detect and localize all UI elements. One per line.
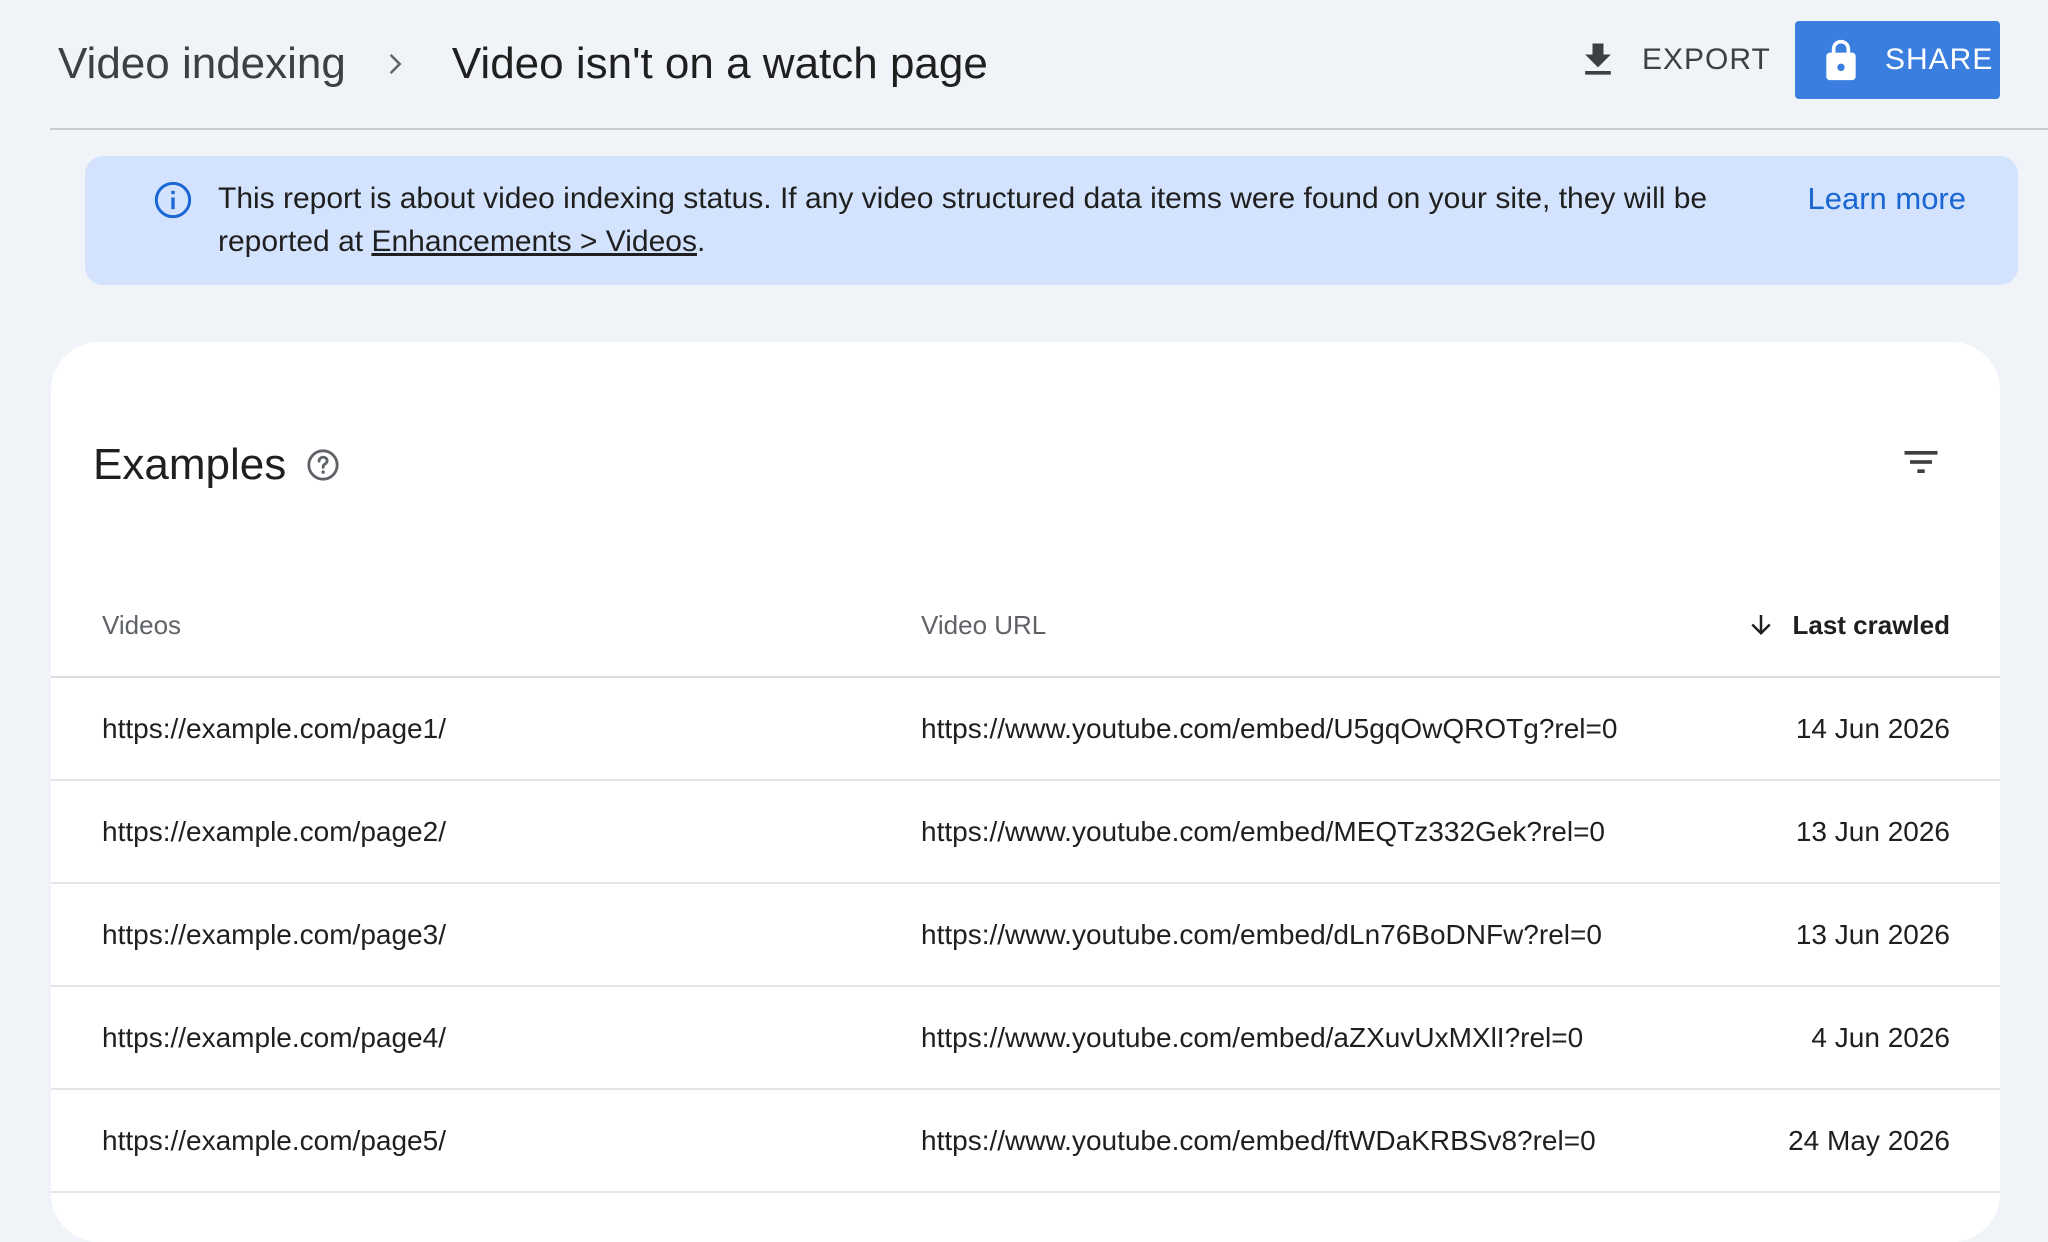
page-header: Video indexing Video isn't on a watch pa…: [0, 0, 2048, 130]
column-header-video-url[interactable]: Video URL: [921, 574, 1046, 676]
banner-text-end: .: [696, 225, 706, 258]
video-url: https://www.youtube.com/embed/MEQTz332Ge…: [921, 815, 1605, 847]
last-crawled-date: 24 May 2026: [1788, 1124, 1950, 1156]
share-button[interactable]: SHARE: [1795, 21, 2000, 99]
video-page-url: https://example.com/page2/: [102, 815, 446, 847]
examples-table: Videos Video URL Last crawled https://ex…: [51, 574, 2000, 1193]
column-header-last-crawled-label: Last crawled: [1792, 609, 1950, 640]
table-header-row: Videos Video URL Last crawled: [51, 574, 2000, 678]
video-page-url: https://example.com/page4/: [102, 1021, 446, 1053]
breadcrumb: Video indexing Video isn't on a watch pa…: [58, 36, 988, 92]
info-banner: This report is about video indexing stat…: [85, 156, 2018, 285]
chevron-right-icon: [374, 44, 414, 84]
table-row[interactable]: https://example.com/page3/ https://www.y…: [51, 884, 2000, 987]
download-icon: [1576, 38, 1620, 82]
last-crawled-date: 4 Jun 2026: [1811, 1021, 1950, 1053]
table-row[interactable]: https://example.com/page4/ https://www.y…: [51, 987, 2000, 1090]
page-title: Video isn't on a watch page: [451, 39, 988, 88]
filter-button[interactable]: [1893, 434, 1949, 490]
filter-icon: [1899, 440, 1943, 484]
examples-title: Examples: [93, 440, 287, 489]
video-page-url: https://example.com/page5/: [102, 1124, 446, 1156]
table-row[interactable]: https://example.com/page5/ https://www.y…: [51, 1090, 2000, 1193]
help-circle-icon[interactable]: [306, 448, 340, 482]
breadcrumb-parent-link[interactable]: Video indexing: [58, 39, 346, 89]
info-icon: [153, 180, 193, 220]
video-url: https://www.youtube.com/embed/U5gqOwQROT…: [921, 712, 1618, 744]
arrow-down-icon: [1746, 610, 1776, 640]
last-crawled-date: 14 Jun 2026: [1795, 712, 1950, 744]
column-header-last-crawled[interactable]: Last crawled: [1746, 574, 1950, 676]
examples-card: Examples Videos Video URL Last crawled h…: [51, 342, 2000, 1242]
lock-icon: [1819, 36, 1863, 84]
column-header-videos[interactable]: Videos: [102, 574, 181, 676]
video-url: https://www.youtube.com/embed/aZXuvUxMXl…: [921, 1021, 1584, 1053]
last-crawled-date: 13 Jun 2026: [1795, 815, 1950, 847]
video-url: https://www.youtube.com/embed/ftWDaKRBSv…: [921, 1124, 1596, 1156]
export-button[interactable]: EXPORT: [1576, 30, 1771, 90]
enhancements-videos-link[interactable]: Enhancements > Videos: [371, 225, 697, 258]
learn-more-link[interactable]: Learn more: [1807, 177, 1966, 220]
video-url: https://www.youtube.com/embed/dLn76BoDNF…: [921, 918, 1602, 950]
banner-message: This report is about video indexing stat…: [218, 177, 1748, 263]
export-button-label: EXPORT: [1642, 43, 1771, 76]
video-page-url: https://example.com/page1/: [102, 712, 446, 744]
table-row[interactable]: https://example.com/page2/ https://www.y…: [51, 781, 2000, 884]
examples-header: Examples: [93, 437, 340, 493]
share-button-label: SHARE: [1885, 43, 1994, 76]
header-divider: [50, 128, 2048, 130]
last-crawled-date: 13 Jun 2026: [1795, 918, 1950, 950]
video-page-url: https://example.com/page3/: [102, 918, 446, 950]
table-row[interactable]: https://example.com/page1/ https://www.y…: [51, 678, 2000, 781]
